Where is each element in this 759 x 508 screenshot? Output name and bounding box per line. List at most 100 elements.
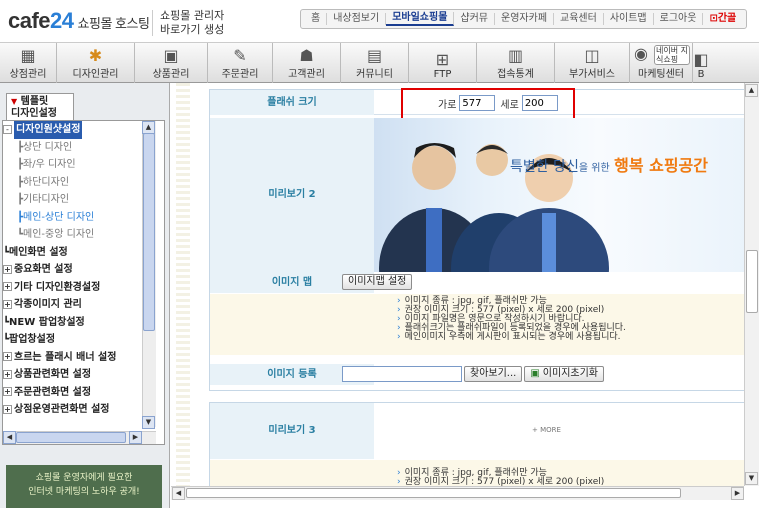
cafe24-logo[interactable]: cafe24 쇼핑몰 호스팅	[8, 8, 150, 34]
tree-item-image-admin[interactable]: + 각종이미지 관리	[3, 296, 164, 314]
menu-label: 커뮤니티	[356, 69, 393, 80]
image-file-input[interactable]	[342, 366, 462, 382]
tree-item-important-screens[interactable]: + 중요화면 설정	[3, 261, 164, 279]
browse-button[interactable]: 찾아보기...	[464, 366, 523, 382]
content-hscroll-thumb[interactable]	[186, 488, 681, 498]
logo-text: cafe	[8, 8, 51, 33]
scroll-left-icon[interactable]: ◀	[172, 487, 185, 500]
tree-label: 하단디자인	[23, 176, 70, 188]
marketing-banner[interactable]: 쇼핑몰 운영자에게 필요한 인터넷 마케팅의 노하우 공개!	[6, 465, 162, 508]
promo-highlight: 행복 쇼핑공간	[614, 156, 708, 175]
tree-label: 좌/우 디자인	[23, 159, 76, 170]
tree-item-top-design[interactable]: ┣상단 디자인	[3, 139, 164, 157]
banner-line2: 인터넷 마케팅의 노하우 공개!	[28, 487, 140, 497]
tree-item-side-design[interactable]: ┣좌/우 디자인	[3, 156, 164, 174]
nav-sitemap[interactable]: 사이트맵	[604, 13, 654, 25]
community-icon: ▤	[366, 46, 383, 65]
expand-icon[interactable]: +	[3, 352, 12, 361]
template-design-tab[interactable]: ▼ 템플릿 디자인설정	[6, 93, 74, 121]
tree-item-operation-screens[interactable]: + 상점운영관련화면 설정	[3, 401, 164, 419]
nav-education[interactable]: 교육센터	[554, 13, 604, 25]
scroll-down-icon[interactable]: ▼	[142, 416, 155, 429]
tree-label: 상단 디자인	[23, 141, 73, 153]
tree-item-main-settings[interactable]: ┗메인화면 설정	[3, 244, 164, 262]
more-link[interactable]: + MORE	[532, 426, 561, 434]
nav-operator-cafe[interactable]: 운영자카페	[495, 13, 555, 25]
menu-customer-admin[interactable]: ☗ 고객관리	[273, 43, 341, 83]
tree-item-popup[interactable]: ┗팝업창설정	[3, 331, 164, 349]
naver-shopping-tag: 네이버 지식쇼핑	[654, 45, 690, 65]
box-icon: ▣	[163, 46, 179, 65]
menu-stats[interactable]: ▥ 접속통계	[477, 43, 555, 83]
tree-label: NEW 팝업창설정	[9, 316, 85, 328]
expand-icon[interactable]: +	[3, 299, 12, 309]
top-nav: 홈 내상점보기 모바일쇼핑몰 샵커뮤 운영자카페 교육센터 사이트맵 로그아웃 …	[300, 9, 748, 29]
expand-icon[interactable]: +	[3, 369, 12, 379]
nav-mobile-mall[interactable]: 모바일쇼핑몰	[386, 12, 455, 26]
tree-label: 흐르는 플래시 배너 설정	[14, 351, 117, 363]
reset-label: 이미지초기화	[542, 368, 598, 379]
imagemap-settings-button[interactable]: 이미지맵 설정	[342, 274, 413, 290]
scroll-right-icon[interactable]: ▶	[129, 431, 142, 444]
content-scroll-thumb[interactable]	[746, 250, 758, 313]
tree-item-new-popup[interactable]: ┗NEW 팝업창설정	[3, 314, 164, 332]
tree-label: 디자인원샷설정	[14, 121, 83, 139]
tree-scroll-thumb[interactable]	[143, 133, 155, 331]
tree-item-flash-banner[interactable]: + 흐르는 플래시 배너 설정	[3, 349, 164, 367]
menu-product-admin[interactable]: ▣ 상품관리	[135, 43, 208, 83]
collapse-icon[interactable]: -	[3, 124, 12, 134]
logo-divider	[152, 10, 153, 36]
menu-community[interactable]: ▤ 커뮤니티	[341, 43, 409, 83]
menu-ftp[interactable]: ⊞ FTP	[409, 43, 477, 83]
nav-my-store[interactable]: 내상점보기	[327, 13, 387, 25]
nav-logout[interactable]: 로그아웃	[654, 13, 704, 25]
customer-icon: ☗	[299, 46, 314, 65]
bullet-icon: ›	[397, 332, 401, 342]
menu-store-admin[interactable]: ▦ 상점관리	[0, 43, 57, 83]
expand-icon[interactable]: +	[3, 282, 12, 291]
promo-small: 을 위한	[578, 163, 610, 174]
tree-item-product-screens[interactable]: + 상품관련화면 설정	[3, 366, 164, 384]
admin-shortcut-link[interactable]: 쇼핑몰 관리자 바로가기 생성	[160, 9, 224, 37]
tree-hscroll-thumb[interactable]	[16, 432, 126, 443]
tree-item-design-oneshot[interactable]: - 디자인원샷설정	[3, 121, 164, 139]
nav-home[interactable]: 홈	[305, 13, 328, 25]
help-text: 권장 이미지 크기 : 577 (pixel) x 세로 200 (pixel)	[404, 477, 605, 487]
scroll-right-icon[interactable]: ▶	[731, 487, 744, 500]
menu-addon-service[interactable]: ◫ 부가서비스	[555, 43, 630, 83]
expand-icon[interactable]: +	[3, 264, 12, 274]
menu-label: B	[697, 69, 705, 80]
tree-item-main-center-design[interactable]: ┗메인-중앙 디자인	[3, 226, 164, 244]
tree-item-etc-design[interactable]: ┣기타디자인	[3, 191, 164, 209]
preview3-label: 미리보기 3	[210, 403, 374, 459]
tree-label: 기타디자인	[23, 194, 70, 205]
preview2-label: 미리보기 2	[210, 118, 374, 272]
expand-icon[interactable]: +	[3, 404, 12, 414]
scroll-left-icon[interactable]: ◀	[3, 431, 16, 444]
menu-more[interactable]: ◧ B	[693, 43, 709, 83]
scroll-up-icon[interactable]: ▲	[745, 84, 758, 97]
menu-design-admin[interactable]: ✱ 디자인관리	[57, 43, 135, 83]
promo-text: 특별한 당신을 위한 행복 쇼핑공간	[510, 152, 708, 176]
tree-item-order-screens[interactable]: + 주문관련화면 설정	[3, 384, 164, 402]
scroll-down-icon[interactable]: ▼	[745, 472, 758, 485]
menu-label: 마케팅센터	[638, 69, 684, 80]
marketing-icon: ◉	[634, 44, 648, 63]
image-reset-button[interactable]: ▣ 이미지초기화	[524, 366, 604, 382]
nav-shop-community[interactable]: 샵커뮤	[454, 13, 496, 25]
highlight-box	[401, 88, 575, 120]
menu-marketing[interactable]: ◉ 네이버 지식쇼핑마케팅센터	[630, 43, 693, 83]
tree-item-bottom-design[interactable]: ┣하단디자인	[3, 174, 164, 192]
tree-label: 메인-상단 디자인	[23, 211, 95, 223]
help-box-1: › 이미지 종류 : jpg, gif, 플래쉬만 가능 › 권장 이미지 크기 :…	[210, 294, 747, 355]
tree-item-etc-env[interactable]: + 기타 디자인환경설정	[3, 279, 164, 297]
menu-order-admin[interactable]: ✎ 주문관리	[208, 43, 273, 83]
expand-icon[interactable]: +	[3, 387, 12, 396]
triangle-down-icon: ▼	[11, 97, 18, 106]
logo-subtitle: 쇼핑몰 호스팅	[77, 16, 150, 31]
nav-extra[interactable]: ⊡간골	[703, 13, 742, 25]
palette-icon: ✱	[88, 46, 103, 65]
tree-label: 각종이미지 관리	[14, 299, 82, 310]
banner-line1: 쇼핑몰 운영자에게 필요한	[35, 473, 133, 483]
tree-item-main-top-design[interactable]: ┣메인-상단 디자인	[3, 209, 164, 227]
